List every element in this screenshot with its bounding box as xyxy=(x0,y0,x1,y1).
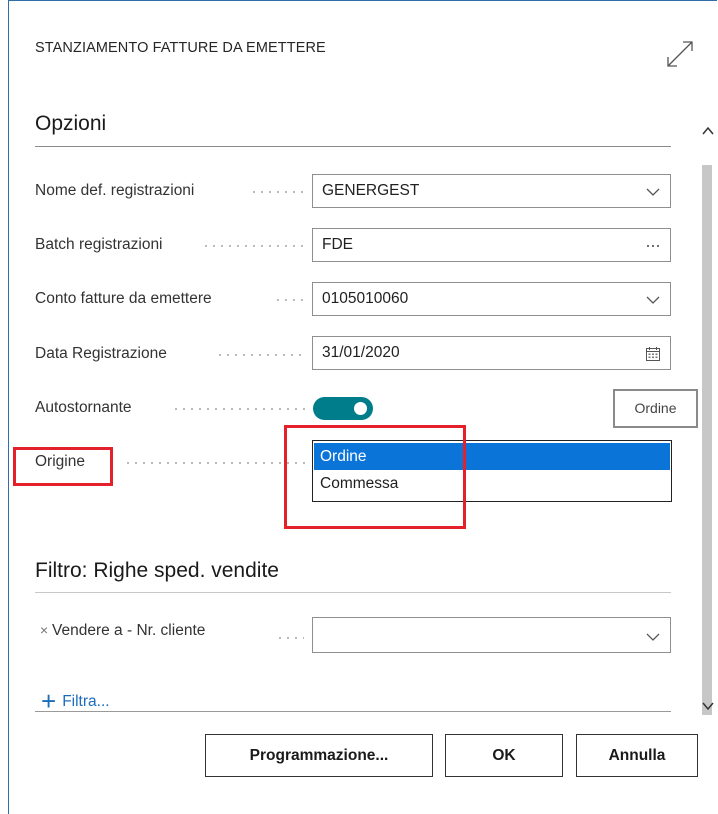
autostornante-toggle[interactable] xyxy=(313,397,373,420)
section-heading-options[interactable]: Opzioni xyxy=(35,112,106,136)
chevron-down-icon[interactable] xyxy=(644,291,662,309)
dots-leader xyxy=(124,462,306,464)
remove-filter-icon[interactable]: × xyxy=(40,622,48,638)
chevron-down-icon[interactable] xyxy=(644,628,662,646)
dots-leader xyxy=(250,191,306,193)
dialog-title: STANZIAMENTO FATTURE DA EMETTERE xyxy=(35,40,326,56)
tooltip: Ordine xyxy=(613,389,698,428)
add-filter-label: Filtra... xyxy=(62,693,110,710)
ellipsis-icon[interactable] xyxy=(644,237,662,255)
field-label-journal-template: Nome def. registrazioni xyxy=(35,182,195,199)
section-divider xyxy=(35,146,671,147)
dots-leader xyxy=(172,408,306,410)
customer-filter-dropdown[interactable] xyxy=(312,617,671,653)
footer-divider xyxy=(35,711,671,712)
dots-leader xyxy=(216,354,306,356)
field-label-posting-date: Data Registrazione xyxy=(35,345,167,362)
add-filter-link[interactable]: + Filtra... xyxy=(41,686,110,717)
section-divider xyxy=(35,592,671,593)
highlight-box-options xyxy=(284,425,466,529)
cancel-button[interactable]: Annulla xyxy=(576,734,698,777)
field-label-account: Conto fatture da emettere xyxy=(35,290,212,307)
field-value: FDE xyxy=(322,236,353,253)
field-label-batch: Batch registrazioni xyxy=(35,236,163,253)
account-dropdown[interactable]: 0105010060 xyxy=(312,282,671,316)
field-value: GENERGEST xyxy=(322,182,420,199)
posting-date-field[interactable]: 31/01/2020 xyxy=(312,336,671,370)
journal-template-dropdown[interactable]: GENERGEST xyxy=(312,174,671,208)
calendar-icon[interactable] xyxy=(644,345,662,363)
field-value: 0105010060 xyxy=(322,290,409,307)
scroll-down-icon[interactable] xyxy=(701,700,715,712)
batch-field[interactable]: FDE xyxy=(312,228,671,262)
schedule-button[interactable]: Programmazione... xyxy=(205,734,433,777)
chevron-down-icon[interactable] xyxy=(644,183,662,201)
section-heading-filter[interactable]: Filtro: Righe sped. vendite xyxy=(35,559,279,583)
filter-field-label: Vendere a - Nr. cliente xyxy=(52,622,206,639)
field-label-autostornante: Autostornante xyxy=(35,399,132,416)
ok-button[interactable]: OK xyxy=(445,734,563,777)
toggle-knob xyxy=(354,402,367,415)
field-value: 31/01/2020 xyxy=(322,344,400,361)
expand-icon[interactable] xyxy=(664,38,696,70)
dots-leader xyxy=(274,299,306,301)
highlight-box-label xyxy=(13,447,113,486)
dots-leader xyxy=(202,245,306,247)
scrollbar-thumb[interactable] xyxy=(702,165,712,715)
dots-leader xyxy=(276,637,304,639)
scroll-up-icon[interactable] xyxy=(701,125,715,137)
